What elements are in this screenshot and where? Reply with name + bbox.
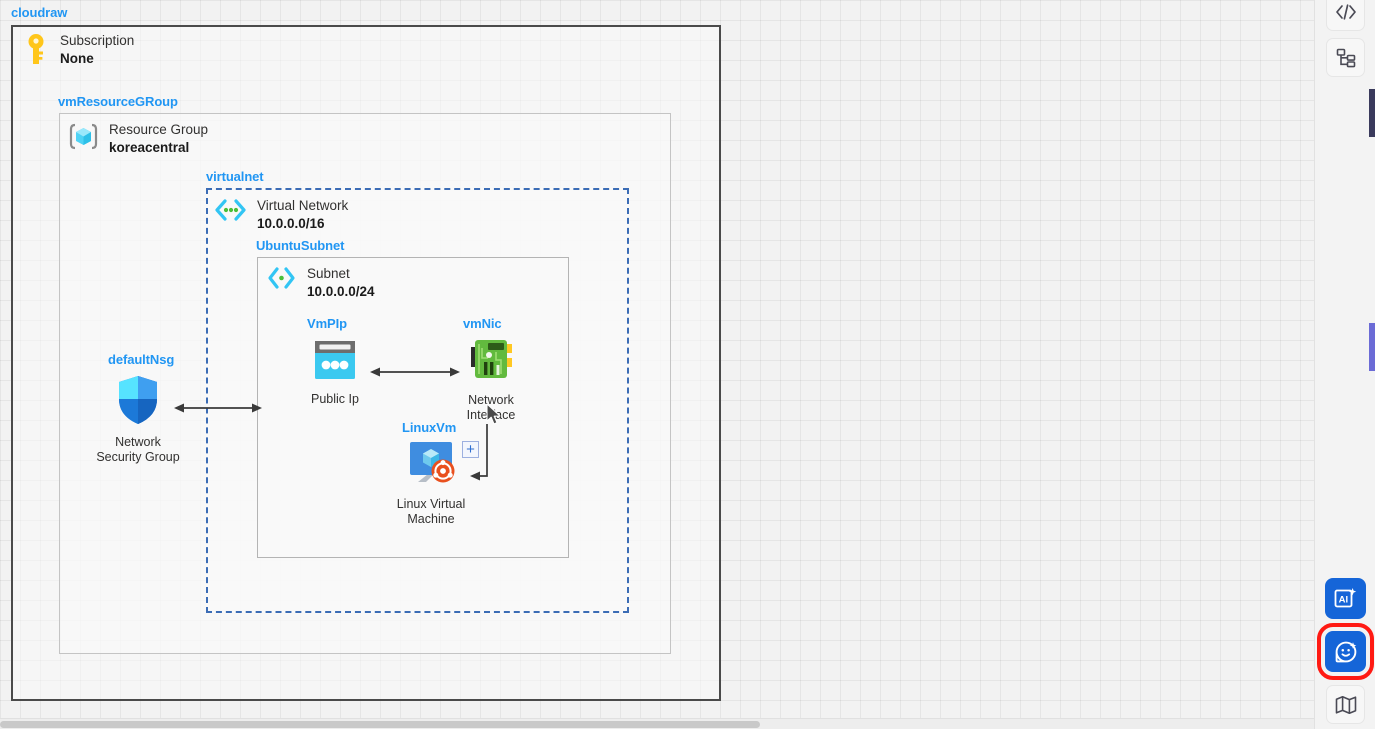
- code-view-button[interactable]: [1326, 0, 1365, 31]
- subnet-icon: [266, 265, 297, 296]
- vertical-scrollbar[interactable]: [1368, 0, 1375, 729]
- resource-group-value-label: koreacentral: [109, 140, 190, 155]
- group-label-vnet[interactable]: virtualnet: [206, 169, 264, 184]
- right-toolbar: AI: [1314, 0, 1375, 729]
- group-label-vm[interactable]: LinuxVm: [402, 420, 456, 435]
- group-label-subscription[interactable]: cloudraw: [11, 5, 67, 20]
- public-ip-icon: [311, 337, 359, 388]
- arrow-nic-vm: [470, 424, 488, 481]
- linux-vm-caption: Linux Virtual Machine: [396, 497, 466, 526]
- node-subscription[interactable]: Subscription None: [22, 32, 134, 71]
- node-virtual-network[interactable]: Virtual Network 10.0.0.0/16: [214, 197, 348, 233]
- vnet-value-label: 10.0.0.0/16: [257, 216, 325, 231]
- tree-icon: [1336, 48, 1355, 67]
- code-icon: [1335, 3, 1356, 20]
- subnet-type-label: Subnet: [307, 266, 350, 281]
- group-label-resource-group[interactable]: vmResourceGRoup: [58, 94, 178, 109]
- vertical-scrollbar-thumb-top[interactable]: [1369, 89, 1375, 137]
- linux-virtual-machine-icon: [404, 438, 458, 493]
- public-ip-caption: Public Ip: [311, 392, 359, 406]
- vnet-type-label: Virtual Network: [257, 198, 349, 213]
- node-public-ip[interactable]: Public Ip: [290, 337, 380, 407]
- ai-generate-button[interactable]: AI: [1325, 578, 1366, 619]
- nsg-caption: Network Security Group: [96, 435, 180, 464]
- node-resource-group[interactable]: Resource Group koreacentral: [68, 121, 208, 157]
- ai-assistant-button[interactable]: [1317, 623, 1374, 680]
- smiley-sparkle-icon: [1335, 641, 1356, 662]
- key-icon: [22, 32, 50, 71]
- minimap-button[interactable]: [1326, 685, 1365, 724]
- shield-icon: [115, 374, 161, 431]
- svg-text:AI: AI: [1339, 594, 1349, 605]
- network-interface-icon: [466, 336, 516, 389]
- tree-view-button[interactable]: [1326, 38, 1365, 77]
- ai-icon: AI: [1334, 588, 1357, 608]
- horizontal-scrollbar[interactable]: [0, 718, 1314, 729]
- vertical-scrollbar-thumb-mid[interactable]: [1369, 323, 1375, 371]
- group-label-public-ip[interactable]: VmPIp: [307, 316, 347, 331]
- subscription-value-label: None: [60, 51, 94, 66]
- group-label-subnet[interactable]: UbuntuSubnet: [256, 238, 344, 253]
- map-icon: [1335, 695, 1356, 714]
- node-network-security-group[interactable]: Network Security Group: [92, 374, 184, 464]
- subscription-type-label: Subscription: [60, 33, 135, 48]
- resource-group-cube-icon: [68, 121, 99, 157]
- node-subnet[interactable]: Subnet 10.0.0.0/24: [266, 265, 375, 301]
- horizontal-scrollbar-thumb[interactable]: [0, 721, 760, 728]
- arrow-publicip-nic: [370, 367, 460, 377]
- resource-group-type-label: Resource Group: [109, 122, 209, 137]
- diagram-canvas[interactable]: cloudraw Subscription None vmResourceGRo…: [0, 0, 1375, 729]
- virtual-network-icon: [214, 197, 247, 228]
- subnet-value-label: 10.0.0.0/24: [307, 284, 375, 299]
- arrow-nsg-subnet: [174, 403, 262, 413]
- network-interface-caption: Network Interface: [466, 393, 516, 422]
- group-label-nsg[interactable]: defaultNsg: [108, 352, 174, 367]
- group-label-nic[interactable]: vmNic: [463, 316, 502, 331]
